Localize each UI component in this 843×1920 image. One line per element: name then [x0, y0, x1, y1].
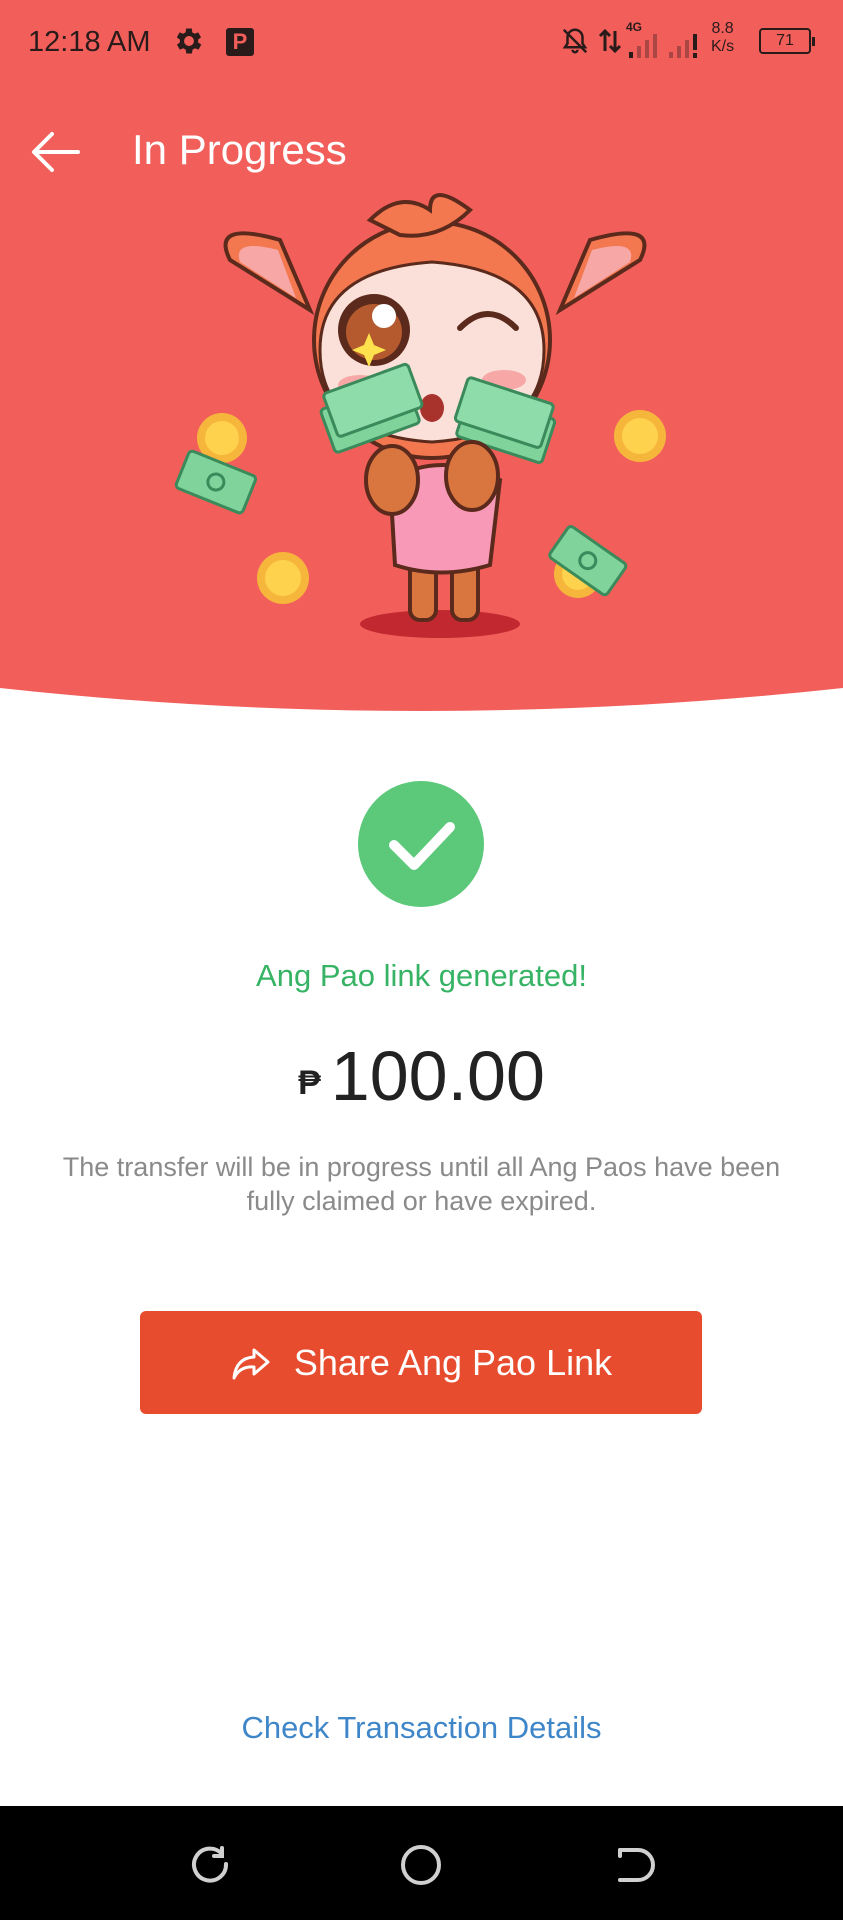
status-time: 12:18 AM [28, 26, 151, 58]
page-title: In Progress [132, 126, 347, 173]
data-transfer-icon [597, 26, 623, 64]
back-button[interactable] [28, 124, 84, 180]
amount-display: ₱ 100.00 [0, 1036, 843, 1116]
net-speed: 8.8 K/s [711, 20, 734, 56]
amount-value: 100.00 [330, 1037, 545, 1115]
check-transaction-details-link[interactable]: Check Transaction Details [0, 1710, 843, 1746]
net-speed-value: 8.8 [711, 20, 734, 37]
back-nav-button[interactable] [606, 1840, 656, 1890]
gear-icon [172, 24, 206, 66]
coin-icon [614, 410, 666, 462]
recents-icon [192, 1846, 229, 1883]
recents-button[interactable] [186, 1840, 236, 1890]
home-button[interactable] [396, 1840, 446, 1890]
status-bar: 12:18 AM P 4G 8.8 K/s 71 [0, 0, 843, 84]
share-arrow-icon [232, 1348, 270, 1379]
banknote-icon [174, 449, 258, 515]
back-icon [618, 1848, 655, 1882]
back-arrow-icon [32, 132, 80, 172]
signal-icon [627, 32, 707, 68]
coin-icon [257, 552, 309, 604]
transfer-note: The transfer will be in progress until a… [62, 1152, 781, 1216]
bell-off-icon [560, 26, 590, 64]
toolbar: In Progress [0, 110, 843, 190]
checkmark-icon [358, 781, 484, 907]
header-banner: 12:18 AM P 4G 8.8 K/s 71 In Progress [0, 0, 843, 720]
home-icon [401, 1845, 441, 1885]
mascot-illustration [174, 193, 666, 638]
status-message: Ang Pao link generated! [256, 958, 587, 993]
battery-icon: 71 [759, 28, 815, 54]
share-button-label: Share Ang Pao Link [293, 1341, 613, 1383]
system-nav-bar [0, 1806, 843, 1920]
app-notification-badge: P [226, 28, 254, 56]
header-curve [0, 688, 843, 720]
net-speed-unit: K/s [711, 38, 735, 55]
currency-symbol: ₱ [298, 1064, 321, 1102]
share-ang-pao-link-button[interactable]: Share Ang Pao Link [140, 1311, 702, 1414]
